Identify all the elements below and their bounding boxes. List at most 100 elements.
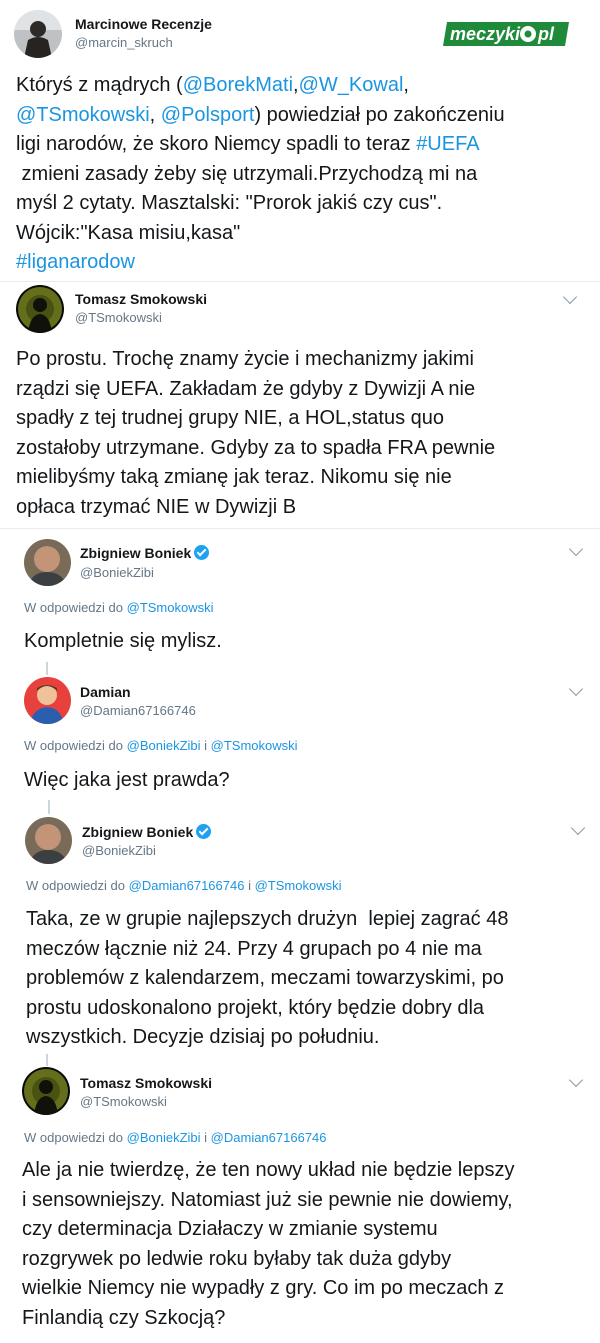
tweet-line: Po prostu. Trochę znamy życie i mechaniz… bbox=[16, 345, 586, 375]
tweet-line: Ale ja nie twierdzę, że ten nowy układ n… bbox=[22, 1156, 592, 1186]
reply-prefix: W odpowiedzi do bbox=[24, 1130, 123, 1145]
avatar[interactable] bbox=[24, 677, 71, 724]
tweet-line: Finlandią czy Szkocją? bbox=[22, 1304, 592, 1334]
reply-to-mention[interactable]: @TSmokowski bbox=[211, 738, 298, 753]
watermark-text-left: meczyki bbox=[450, 24, 521, 44]
tweet-line: rządzi się UEFA. Zakładam że gdyby z Dyw… bbox=[16, 375, 586, 405]
thread-connector bbox=[48, 800, 50, 814]
thread-connector bbox=[46, 662, 48, 675]
avatar[interactable] bbox=[16, 285, 64, 333]
mention-link[interactable]: @W_Kowal bbox=[299, 74, 404, 96]
author-handle[interactable]: @BoniekZibi bbox=[82, 843, 156, 858]
reply-to-mention[interactable]: @Damian67166746 bbox=[129, 878, 245, 893]
verified-badge-icon bbox=[196, 824, 212, 839]
tweet-text-segment: Po prostu. Trochę znamy życie i mechaniz… bbox=[16, 348, 474, 370]
tweet-divider bbox=[0, 528, 600, 529]
tweet-text-segment: ligi narodów, że skoro Niemcy spadli to … bbox=[16, 133, 417, 155]
tweet-line: zmieni zasady żeby się utrzymali.Przycho… bbox=[16, 160, 586, 190]
mention-link[interactable]: @TSmokowski bbox=[16, 104, 150, 126]
tweet-text-segment: wszystkich. Decyzje dzisiaj po południu. bbox=[26, 1026, 380, 1048]
tweet-text-segment: , bbox=[403, 74, 409, 96]
tweet-line: wszystkich. Decyzje dzisiaj po południu. bbox=[26, 1023, 586, 1053]
tweet-line: mielibyśmy taką zmianę jak teraz. Nikomu… bbox=[16, 463, 586, 493]
tweet-text-segment: i sensowniejszy. Natomiast już sie pewni… bbox=[22, 1188, 513, 1211]
reply-prefix: W odpowiedzi do bbox=[24, 738, 123, 753]
reply-to-mention[interactable]: @TSmokowski bbox=[255, 878, 342, 893]
author-name-text: Zbigniew Boniek bbox=[80, 545, 192, 561]
tweet-text-segment: Więc jaka jest prawda? bbox=[24, 769, 230, 791]
verified-badge-icon bbox=[194, 545, 210, 560]
reply-context: W odpowiedzi do @BoniekZibi i @Damian671… bbox=[24, 1130, 327, 1145]
tweet-text: Więc jaka jest prawda? bbox=[24, 766, 584, 796]
tweet-line: zostałoby utrzymane. Gdyby za to spadła … bbox=[16, 434, 586, 464]
tweet-text-segment: Kompletnie się mylisz. bbox=[24, 630, 222, 652]
author-name[interactable]: Tomasz Smokowski bbox=[75, 291, 207, 307]
chevron-down-icon[interactable] bbox=[562, 289, 578, 305]
reply-joiner: i bbox=[248, 878, 251, 893]
tweet-text-segment: Taka, ze w grupie najlepszych drużyn lep… bbox=[26, 908, 509, 930]
reply-context: W odpowiedzi do @BoniekZibi i @TSmokowsk… bbox=[24, 738, 298, 753]
tweet-text: Po prostu. Trochę znamy życie i mechaniz… bbox=[16, 345, 586, 522]
hashtag-link[interactable]: #liganarodow bbox=[16, 251, 135, 273]
chevron-down-icon[interactable] bbox=[568, 541, 584, 557]
watermark-text-right: pl bbox=[537, 24, 555, 44]
chevron-down-icon[interactable] bbox=[570, 820, 586, 836]
tweet-text-segment: , bbox=[149, 103, 161, 126]
avatar[interactable] bbox=[25, 817, 72, 864]
reply-context: W odpowiedzi do @TSmokowski bbox=[24, 600, 214, 615]
tweet-line: myśl 2 cytaty. Masztalski: "Prorok jakiś… bbox=[16, 189, 586, 219]
tweet-line: Wójcik:"Kasa misiu,kasa" bbox=[16, 219, 586, 249]
tweet-line: Więc jaka jest prawda? bbox=[24, 766, 584, 796]
tweet-text: Kompletnie się mylisz. bbox=[24, 627, 584, 657]
tweet-divider bbox=[0, 281, 600, 282]
thread-connector bbox=[46, 1054, 48, 1066]
author-name[interactable]: Damian bbox=[80, 684, 131, 700]
mention-link[interactable]: @Polsport bbox=[161, 104, 255, 126]
tweet-line: problemów z kalendarzem, meczami towarzy… bbox=[26, 964, 586, 994]
author-name[interactable]: Marcinowe Recenzje bbox=[75, 16, 212, 32]
reply-to-mention[interactable]: @BoniekZibi bbox=[127, 1130, 201, 1145]
reply-to-mention[interactable]: @Damian67166746 bbox=[211, 1130, 327, 1145]
tweet-text-segment: prostu udoskonalono projekt, który będzi… bbox=[26, 996, 485, 1019]
tweet-line: @TSmokowski, @Polsport) powiedział po za… bbox=[16, 101, 586, 131]
avatar[interactable] bbox=[22, 1067, 70, 1115]
tweet-text-segment: rozgrywek po ledwie roku byłaby tak duża… bbox=[22, 1247, 452, 1270]
reply-joiner: i bbox=[204, 738, 208, 753]
chevron-down-icon[interactable] bbox=[568, 681, 584, 697]
tweet-line: Taka, ze w grupie najlepszych drużyn lep… bbox=[26, 905, 586, 935]
tweet-line: czy determinacja Działaczy w zmianie sys… bbox=[22, 1215, 592, 1245]
tweet-line: rozgrywek po ledwie roku byłaby tak duża… bbox=[22, 1245, 592, 1275]
reply-to-mention[interactable]: @TSmokowski bbox=[127, 600, 214, 615]
tweet-text-segment: wielkie Niemcy nie wypadły z gry. Co im … bbox=[22, 1277, 505, 1299]
tweet-line: ligi narodów, że skoro Niemcy spadli to … bbox=[16, 130, 586, 160]
tweet-text-segment: rządzi się UEFA. Zakładam że gdyby z Dyw… bbox=[16, 377, 476, 400]
tweet-text-segment: problemów z kalendarzem, meczami towarzy… bbox=[26, 967, 504, 989]
author-handle[interactable]: @marcin_skruch bbox=[75, 35, 173, 50]
chevron-down-icon[interactable] bbox=[568, 1072, 584, 1088]
author-handle[interactable]: @TSmokowski bbox=[80, 1094, 167, 1109]
tweet-text-segment: zmieni zasady żeby się utrzymali.Przycho… bbox=[16, 162, 478, 185]
tweet-text-segment: Finlandią czy Szkocją? bbox=[22, 1306, 226, 1329]
author-handle[interactable]: @TSmokowski bbox=[75, 310, 162, 325]
author-name[interactable]: Zbigniew Boniek bbox=[82, 824, 212, 840]
tweet-text-segment: czy determinacja Działaczy w zmianie sys… bbox=[22, 1218, 438, 1240]
author-name-text: Zbigniew Boniek bbox=[82, 824, 194, 840]
meczyki-watermark: meczyki pl bbox=[441, 19, 573, 49]
reply-to-mention[interactable]: @BoniekZibi bbox=[127, 738, 201, 753]
tweet-text-segment: myśl 2 cytaty. Masztalski: "Prorok jakiś… bbox=[16, 192, 443, 214]
author-name[interactable]: Tomasz Smokowski bbox=[80, 1075, 212, 1091]
author-handle[interactable]: @BoniekZibi bbox=[80, 565, 154, 580]
hashtag-link[interactable]: #UEFA bbox=[416, 133, 479, 155]
reply-context: W odpowiedzi do @Damian67166746 i @TSmok… bbox=[26, 878, 341, 893]
tweet-text-segment: spadły z tej trudnej grupy NIE, a HOL,st… bbox=[16, 407, 444, 429]
reply-prefix: W odpowiedzi do bbox=[26, 878, 125, 893]
tweet-text: Ale ja nie twierdzę, że ten nowy układ n… bbox=[22, 1156, 592, 1333]
avatar[interactable] bbox=[14, 10, 62, 58]
tweet-text: Któryś z mądrych (@BorekMati,@W_Kowal, @T… bbox=[16, 71, 586, 278]
tweet-text-segment: opłaca trzymać NIE w Dywizji B bbox=[16, 495, 297, 518]
author-name[interactable]: Zbigniew Boniek bbox=[80, 545, 210, 561]
mention-link[interactable]: @BorekMati bbox=[183, 74, 293, 96]
tweet-line: opłaca trzymać NIE w Dywizji B bbox=[16, 493, 586, 523]
avatar[interactable] bbox=[24, 539, 71, 586]
author-handle[interactable]: @Damian67166746 bbox=[80, 703, 196, 718]
